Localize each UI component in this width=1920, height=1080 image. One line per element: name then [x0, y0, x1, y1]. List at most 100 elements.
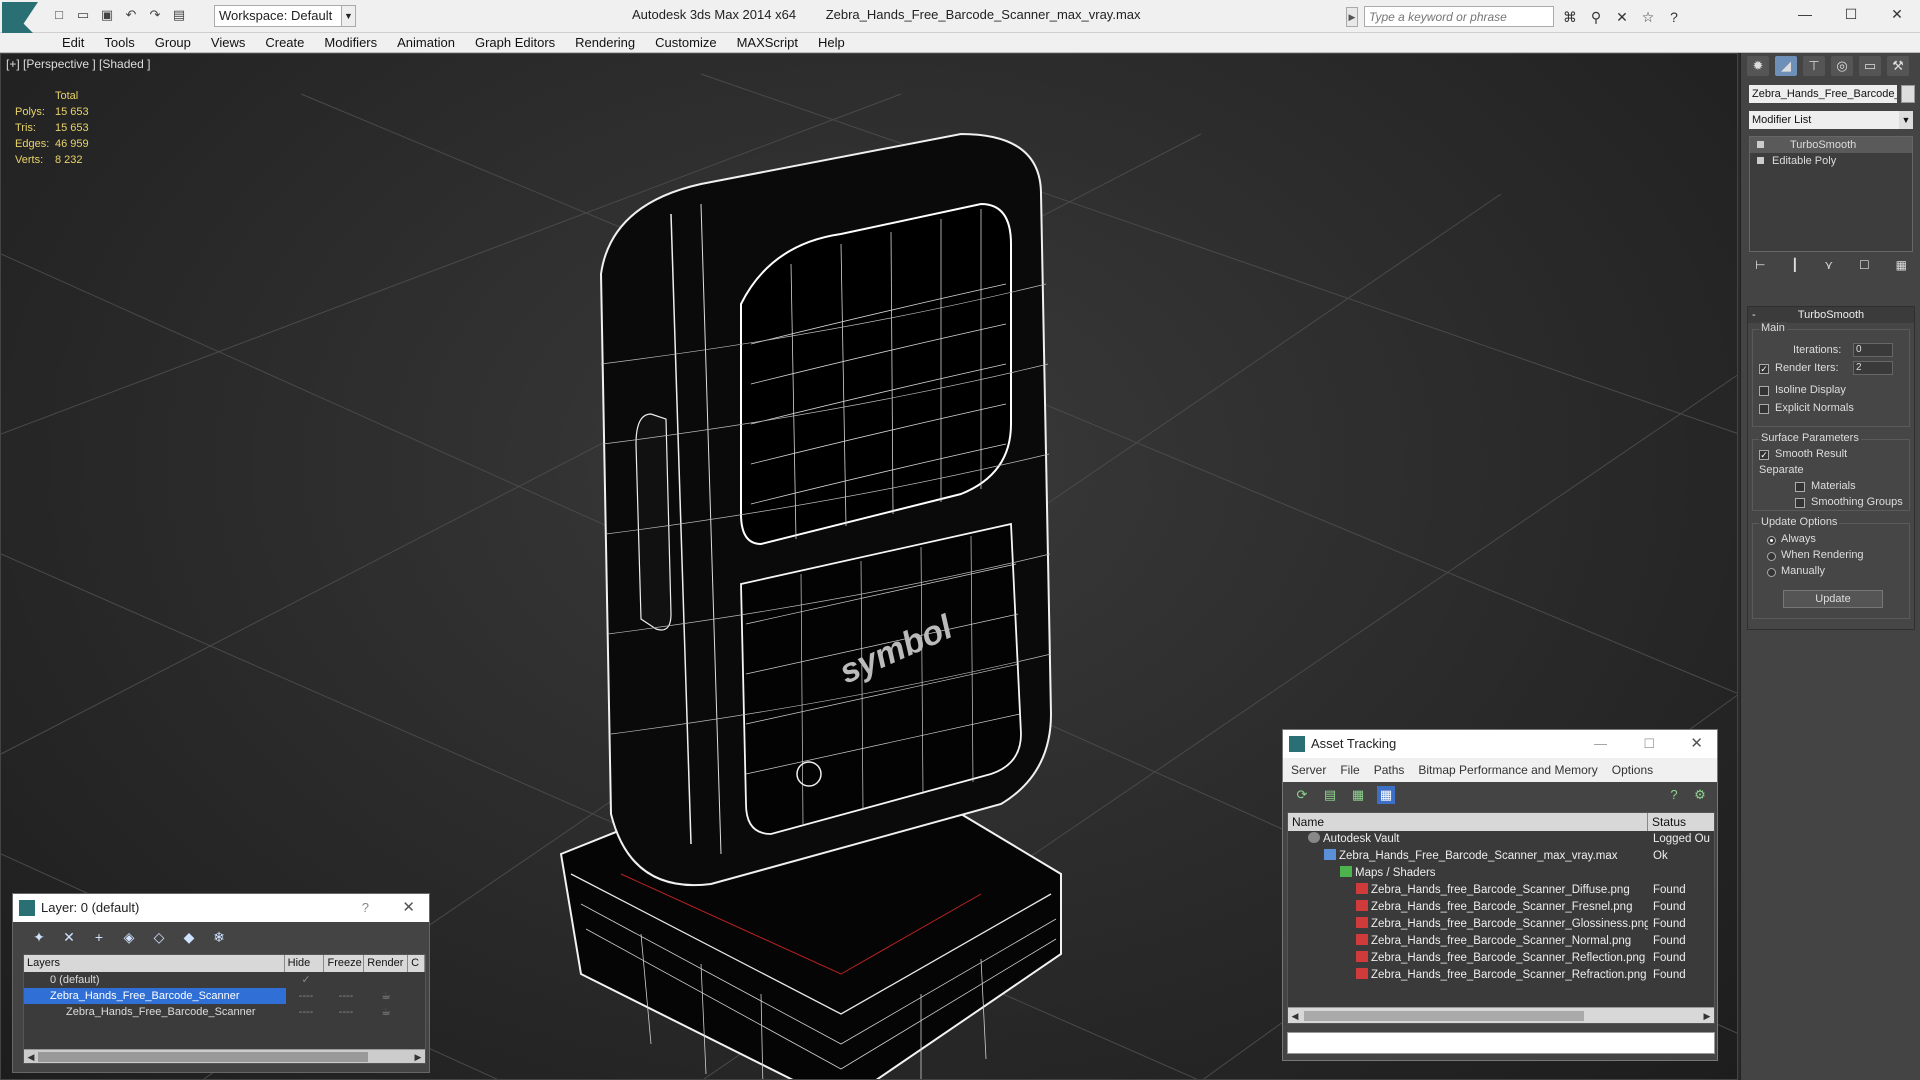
remove-modifier-icon[interactable]: ☐ [1859, 258, 1870, 276]
minimize-icon[interactable]: — [1782, 0, 1828, 28]
save-icon[interactable]: ▣ [98, 6, 116, 24]
project-folder-icon[interactable]: ▤ [170, 6, 188, 24]
render-teapot-icon[interactable]: ☕ [366, 1004, 406, 1020]
select-objects-icon[interactable]: ◈ [119, 927, 139, 947]
maximize-icon[interactable]: ☐ [1828, 0, 1874, 28]
column-layers[interactable]: Layers [24, 955, 285, 972]
table-row[interactable]: Zebra_Hands_Free_Barcode_Scanner ---- --… [24, 1004, 425, 1020]
expand-icon[interactable]: ▶ [1346, 6, 1358, 27]
horizontal-scrollbar[interactable]: ◀ ▶ [24, 1049, 425, 1063]
help-icon[interactable]: ? [1665, 786, 1683, 804]
layer-name[interactable]: 0 (default) [24, 972, 286, 988]
update-button[interactable]: Update [1783, 590, 1883, 608]
horizontal-scrollbar[interactable]: ◀ ▶ [1288, 1007, 1714, 1023]
explicit-normals-checkbox[interactable] [1759, 404, 1769, 414]
maximize-icon[interactable]: ☐ [1643, 730, 1655, 758]
manually-radio[interactable] [1767, 568, 1776, 577]
hide-all-icon[interactable]: ◆ [179, 927, 199, 947]
menu-graph-editors[interactable]: Graph Editors [465, 33, 565, 52]
scroll-left-icon[interactable]: ◀ [1288, 1008, 1302, 1024]
asset-status-field[interactable] [1287, 1032, 1715, 1054]
iterations-spinner[interactable]: 0 [1853, 343, 1893, 357]
key-icon[interactable]: ⚲ [1586, 7, 1606, 27]
menu-help[interactable]: Help [808, 33, 855, 52]
table-row[interactable]: Zebra_Hands_Free_Barcode_Scanner ---- --… [24, 988, 425, 1004]
smoothing-groups-checkbox[interactable] [1795, 498, 1805, 508]
menu-customize[interactable]: Customize [645, 33, 726, 52]
redo-icon[interactable]: ↷ [146, 6, 164, 24]
show-end-result-icon[interactable]: ┃ [1791, 258, 1798, 276]
freeze-toggle[interactable] [326, 972, 366, 988]
rollout-header[interactable]: - TurboSmooth [1748, 307, 1914, 323]
table-row[interactable]: Zebra_Hands_free_Barcode_Scanner_Fresnel… [1288, 899, 1714, 916]
menu-rendering[interactable]: Rendering [565, 33, 645, 52]
hierarchy-tab-icon[interactable]: ⊤ [1803, 56, 1825, 76]
column-status[interactable]: Status [1648, 813, 1686, 831]
highlight-layer-icon[interactable]: ◇ [149, 927, 169, 947]
freeze-all-icon[interactable]: ❄ [209, 927, 229, 947]
modify-tab-icon[interactable]: ◢ [1775, 56, 1797, 76]
new-layer-icon[interactable]: ✦ [29, 927, 49, 947]
render-iters-spinner[interactable]: 2 [1853, 361, 1893, 375]
menu-edit[interactable]: Edit [52, 33, 94, 52]
freeze-toggle[interactable]: ---- [326, 1004, 366, 1020]
table-row[interactable]: Maps / Shaders [1288, 865, 1714, 882]
new-file-icon[interactable]: □ [50, 6, 68, 24]
stack-item-turbosmooth[interactable]: TurboSmooth [1750, 137, 1912, 153]
menu-server[interactable]: Server [1291, 758, 1326, 782]
smooth-result-checkbox[interactable]: ✓ [1759, 450, 1769, 460]
refresh-icon[interactable]: ⟳ [1293, 786, 1311, 804]
menu-paths[interactable]: Paths [1374, 758, 1405, 782]
hide-toggle[interactable]: ---- [286, 988, 326, 1004]
display-tab-icon[interactable]: ▭ [1859, 56, 1881, 76]
motion-tab-icon[interactable]: ◎ [1831, 56, 1853, 76]
close-icon[interactable]: ✕ [1874, 0, 1920, 28]
hide-toggle[interactable]: ✓ [286, 972, 326, 988]
column-name[interactable]: Name [1288, 813, 1648, 831]
table-row[interactable]: Zebra_Hands_Free_Barcode_Scanner_max_vra… [1288, 848, 1714, 865]
delete-layer-icon[interactable]: ✕ [59, 927, 79, 947]
stack-item-editable-poly[interactable]: Editable Poly [1750, 153, 1912, 169]
freeze-toggle[interactable]: ---- [326, 988, 366, 1004]
scroll-left-icon[interactable]: ◀ [24, 1050, 38, 1064]
render-toggle[interactable] [366, 972, 406, 988]
modifier-list-dropdown[interactable]: Modifier List ▼ [1749, 111, 1913, 129]
column-color[interactable]: C [408, 955, 426, 972]
layer-dialog-titlebar[interactable]: Layer: 0 (default) ? ✕ [13, 894, 429, 922]
table-row[interactable]: 0 (default) ✓ [24, 972, 425, 988]
column-hide[interactable]: Hide [285, 955, 325, 972]
table-row[interactable]: Zebra_Hands_free_Barcode_Scanner_Diffuse… [1288, 882, 1714, 899]
help-icon[interactable]: ? [1664, 7, 1684, 27]
close-icon[interactable]: ✕ [402, 894, 415, 922]
menu-options[interactable]: Options [1612, 758, 1653, 782]
list-view-icon[interactable]: ▤ [1321, 786, 1339, 804]
menu-views[interactable]: Views [201, 33, 255, 52]
make-unique-icon[interactable]: ⋎ [1824, 258, 1833, 276]
menu-bitmap-performance[interactable]: Bitmap Performance and Memory [1418, 758, 1597, 782]
configure-sets-icon[interactable]: ▦ [1896, 258, 1907, 276]
expand-icon[interactable] [1757, 157, 1764, 164]
minimize-icon[interactable]: — [1594, 730, 1607, 758]
object-name-field[interactable]: Zebra_Hands_Free_Barcode_ [1749, 85, 1897, 103]
undo-icon[interactable]: ↶ [122, 6, 140, 24]
menu-file[interactable]: File [1340, 758, 1359, 782]
chevron-down-icon[interactable]: ▼ [1899, 111, 1913, 129]
settings-icon[interactable]: ⚙ [1691, 786, 1709, 804]
create-tab-icon[interactable]: ✹ [1747, 56, 1769, 76]
table-row[interactable]: Zebra_Hands_free_Barcode_Scanner_Glossin… [1288, 916, 1714, 933]
lightbulb-icon[interactable] [1757, 141, 1764, 148]
column-render[interactable]: Render [364, 955, 409, 972]
materials-checkbox[interactable] [1795, 482, 1805, 492]
layer-name[interactable]: Zebra_Hands_Free_Barcode_Scanner [24, 988, 286, 1004]
chevron-down-icon[interactable]: ▼ [341, 6, 355, 26]
close-icon[interactable]: ✕ [1690, 730, 1703, 758]
scroll-right-icon[interactable]: ▶ [1700, 1008, 1714, 1024]
table-row[interactable]: Zebra_Hands_free_Barcode_Scanner_Normal.… [1288, 933, 1714, 950]
menu-modifiers[interactable]: Modifiers [314, 33, 387, 52]
star-icon[interactable]: ☆ [1638, 7, 1658, 27]
pin-stack-icon[interactable]: ⊢ [1755, 258, 1765, 276]
menu-animation[interactable]: Animation [387, 33, 465, 52]
scrollbar-thumb[interactable] [1304, 1011, 1584, 1021]
collapse-icon[interactable]: - [1752, 307, 1756, 323]
utilities-tab-icon[interactable]: ⚒ [1887, 56, 1909, 76]
